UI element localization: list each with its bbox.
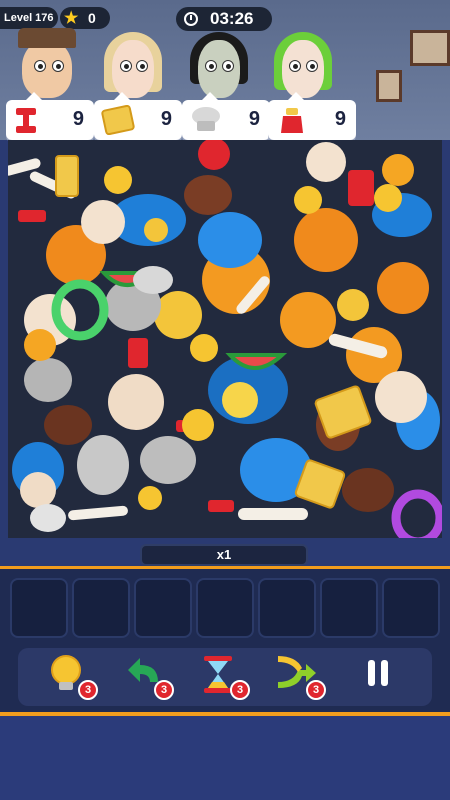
corn-bowl-item [144, 218, 168, 242]
tray-slot [10, 578, 68, 638]
corn-bowl-item [337, 289, 369, 321]
clock-icon [184, 12, 198, 26]
corn-bowl-item [154, 291, 202, 339]
star-counter: ★ 0 [60, 7, 110, 29]
beige-ball-item [108, 374, 164, 430]
red-dumbbell-item [18, 210, 46, 222]
spice-bottle-item [348, 170, 374, 206]
customer-3 [188, 30, 250, 100]
grey-pot-item [140, 436, 196, 484]
blue-bowl-item [198, 212, 262, 268]
order-card-3: 9 [182, 92, 270, 140]
red-dumbbell-item [208, 500, 234, 512]
yellow-ball-item [190, 334, 218, 362]
booster-count-badge: 3 [154, 680, 174, 700]
wall-picture-burger [410, 30, 450, 66]
combo-multiplier: x1 [140, 544, 308, 566]
beige-ball-item [375, 371, 427, 423]
orange-item [294, 208, 358, 272]
freeze-booster-button[interactable]: 3 [198, 652, 250, 702]
wall-picture-small [376, 70, 402, 102]
grey-pot-item [24, 358, 72, 402]
orange-item [377, 262, 429, 314]
booster-count-badge: 3 [230, 680, 250, 700]
shuffle-booster-button[interactable]: 3 [274, 652, 326, 702]
tray-slots [10, 578, 440, 638]
tray-slot [258, 578, 316, 638]
beige-ball-item [20, 472, 56, 508]
dumbbell-icon [16, 108, 36, 133]
chef-hat-icon [192, 107, 220, 131]
order-card-4: 9 [268, 92, 356, 140]
pause-icon [368, 660, 388, 686]
drumstick-item [342, 468, 394, 512]
customer-4 [272, 30, 334, 100]
spice-bottle-item [128, 338, 148, 368]
cat-toy-item [24, 329, 56, 361]
yellow-ball-item [182, 409, 214, 441]
pause-button[interactable] [358, 652, 410, 702]
cat-toy-item [382, 154, 414, 186]
chef-hat-item [30, 504, 66, 532]
star-icon: ★ [64, 10, 79, 27]
tray-slot [382, 578, 440, 638]
booster-bar: 3 3 3 3 [18, 648, 432, 706]
yellow-ball-item [138, 486, 162, 510]
corn-bowl-item [222, 382, 258, 418]
order-card-2: 9 [94, 92, 182, 140]
yellow-ball-item [374, 184, 402, 212]
grey-pot-item [77, 435, 129, 495]
undo-booster-button[interactable]: 3 [122, 652, 174, 702]
drumstick-item [44, 405, 92, 445]
item-pile [8, 140, 442, 538]
drumstick-item [184, 175, 232, 215]
booster-count-badge: 3 [78, 680, 98, 700]
booster-count-badge: 3 [306, 680, 326, 700]
tray-slot [72, 578, 130, 638]
customer-1 [16, 28, 78, 100]
tray-slot [134, 578, 192, 638]
beige-ball-item [81, 200, 125, 244]
tray-slot [320, 578, 378, 638]
beige-ball-item [306, 142, 346, 182]
customer-area: Level 176 ★ 0 03:26 9 9 9 9 [0, 0, 450, 140]
level-indicator: Level 176 [0, 7, 58, 29]
yellow-ball-item [104, 166, 132, 194]
waffle-icon [101, 105, 135, 135]
customer-2 [102, 30, 164, 100]
hint-booster-button[interactable]: 3 [46, 652, 98, 702]
tray-slot [196, 578, 254, 638]
yellow-ball-item [294, 186, 322, 214]
spice-bottle-icon [281, 108, 303, 133]
item-pile-board[interactable] [8, 140, 442, 538]
footer-panel [0, 716, 450, 800]
waffle-item [55, 155, 79, 197]
timer: 03:26 [176, 7, 272, 31]
chef-hat-item [133, 266, 173, 294]
order-card-1: 9 [6, 92, 94, 140]
orange-item [280, 292, 336, 348]
